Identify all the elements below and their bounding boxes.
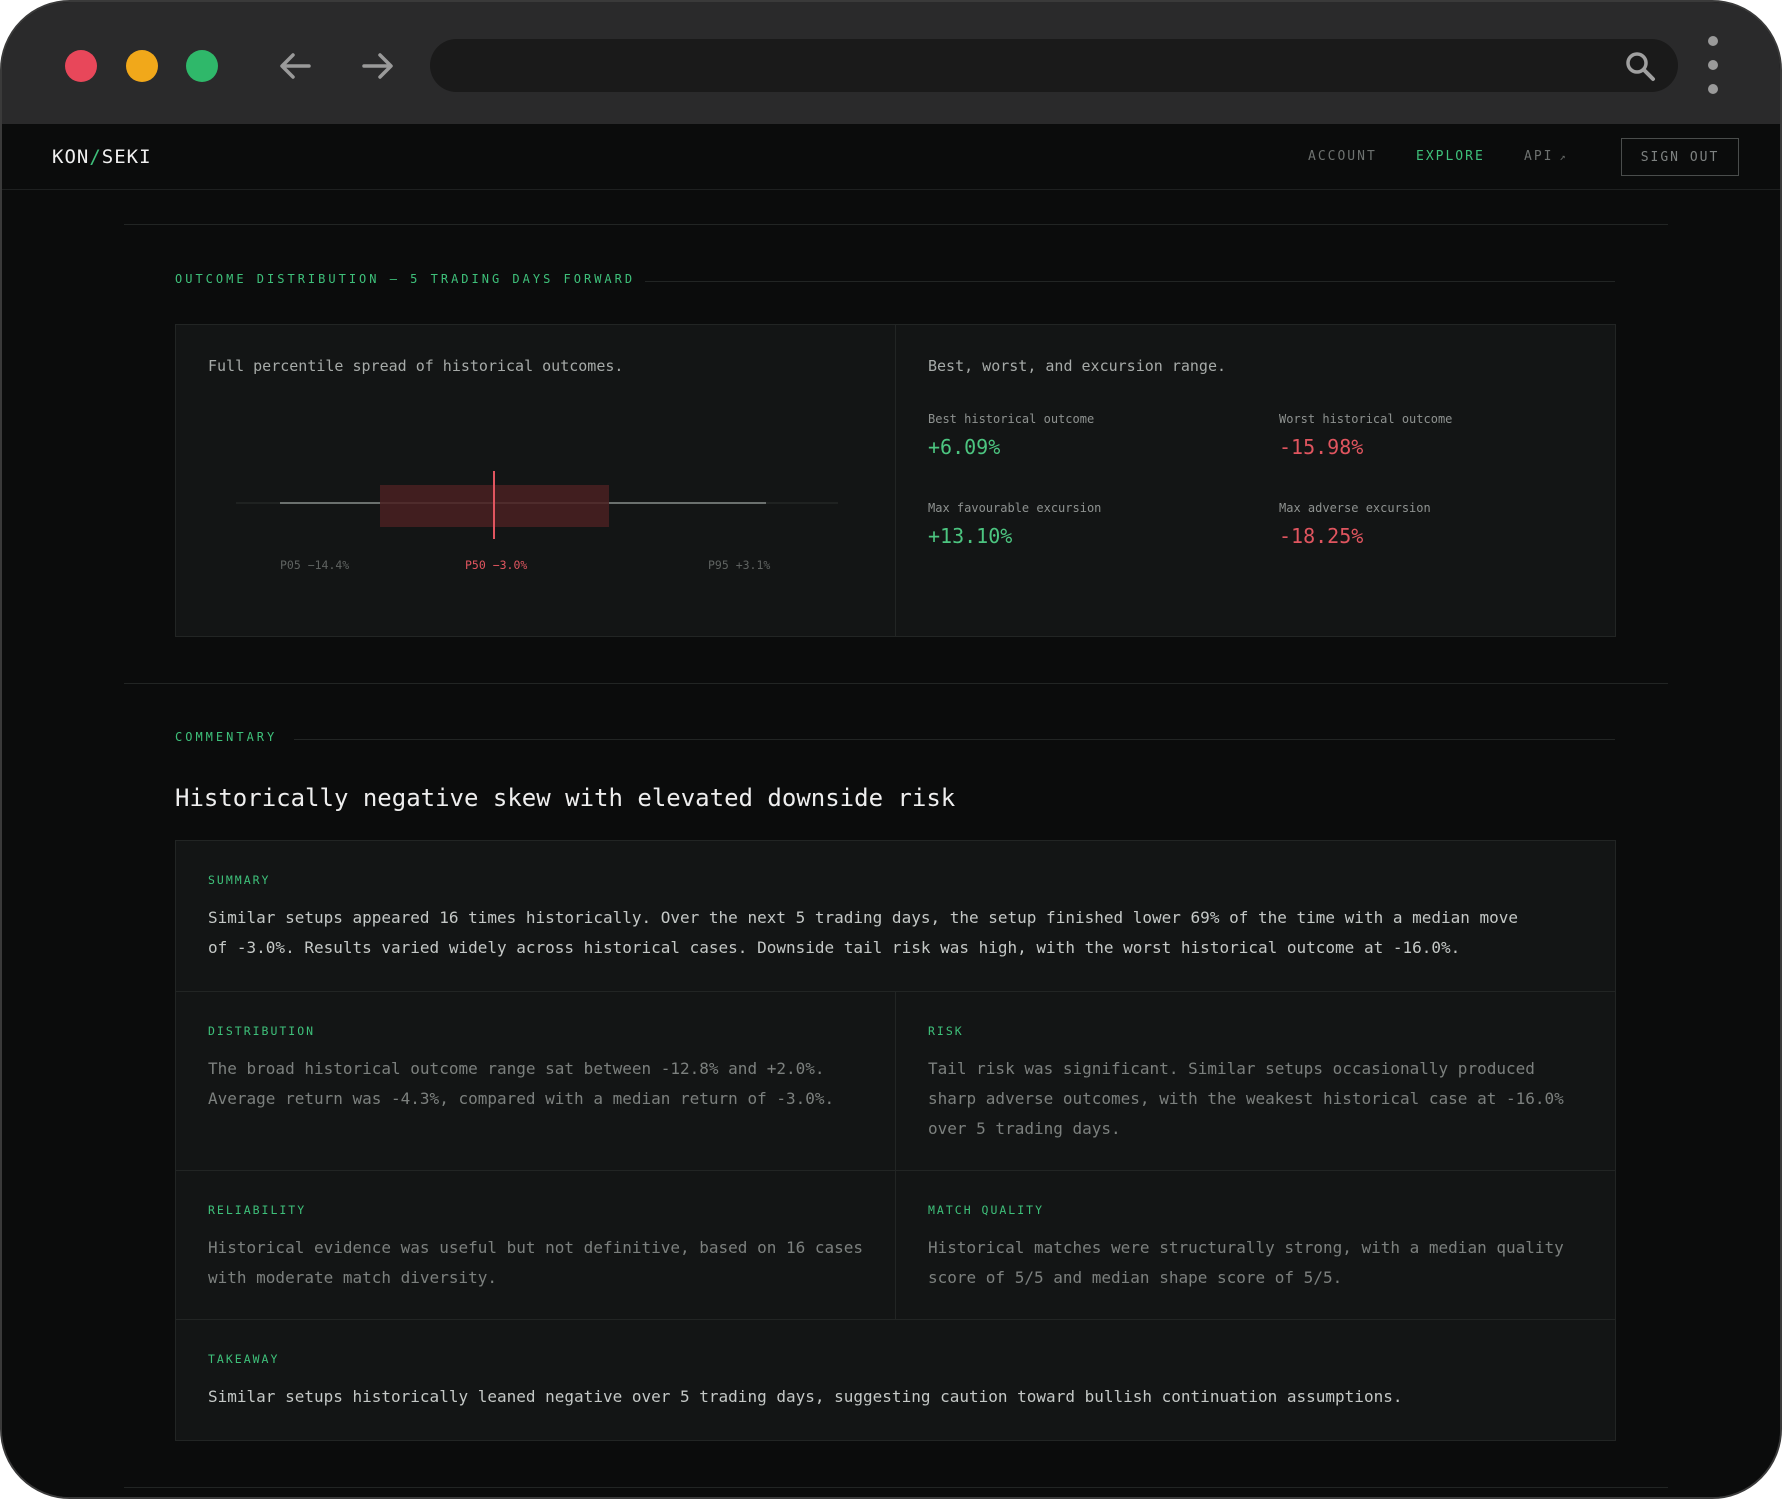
minimize-window-button[interactable] xyxy=(126,50,158,82)
max-favourable-excursion-value: +13.10% xyxy=(928,524,1013,548)
worst-outcome-label: Worst historical outcome xyxy=(1279,412,1453,426)
distribution-label: DISTRIBUTION xyxy=(208,1024,316,1038)
takeaway-card: TAKEAWAY Similar setups historically lea… xyxy=(175,1319,1616,1441)
nav-explore-link[interactable]: EXPLORE xyxy=(1416,149,1485,164)
nav-api-link[interactable]: API ↗ xyxy=(1524,149,1568,164)
p50-label: P50 −3.0% xyxy=(465,558,528,572)
distribution-text: The broad historical outcome range sat b… xyxy=(208,1059,835,1108)
match-quality-text: Historical matches were structurally str… xyxy=(928,1238,1564,1287)
maximize-window-button[interactable] xyxy=(186,50,218,82)
percentile-spread-panel: Full percentile spread of historical out… xyxy=(175,324,896,637)
risk-label: RISK xyxy=(928,1024,964,1038)
max-favourable-excursion-label: Max favourable excursion xyxy=(928,501,1102,515)
box-plot xyxy=(236,471,838,539)
main-content: OUTCOME DISTRIBUTION — 5 TRADING DAYS FO… xyxy=(2,190,1780,1497)
section-rule xyxy=(645,281,1615,282)
max-adverse-excursion-value: -18.25% xyxy=(1279,524,1364,548)
summary-text: Similar setups appeared 16 times histori… xyxy=(208,908,1519,957)
p95-label: P95 +3.1% xyxy=(708,558,771,572)
logo[interactable]: KON/SEKI xyxy=(52,146,152,168)
best-outcome-label: Best historical outcome xyxy=(928,412,1095,426)
browser-toolbar xyxy=(2,2,1780,124)
forward-arrow-icon[interactable] xyxy=(358,42,398,90)
best-outcome-value: +6.09% xyxy=(928,435,1001,459)
match-quality-label: MATCH QUALITY xyxy=(928,1203,1045,1217)
sign-out-button[interactable]: SIGN OUT xyxy=(1621,138,1739,176)
app-header: KON/SEKI ACCOUNT EXPLORE API ↗ SIGN OUT xyxy=(2,124,1780,190)
close-window-button[interactable] xyxy=(65,50,97,82)
external-link-icon: ↗ xyxy=(1559,152,1568,163)
address-bar[interactable] xyxy=(430,39,1678,92)
range-stats-panel: Best, worst, and excursion range. Best h… xyxy=(895,324,1616,637)
divider xyxy=(124,1487,1668,1488)
worst-outcome-value: -15.98% xyxy=(1279,435,1364,459)
summary-card: SUMMARY Similar setups appeared 16 times… xyxy=(175,840,1616,992)
browser-menu-icon[interactable] xyxy=(1702,36,1724,100)
p05-label: P05 −14.4% xyxy=(280,558,350,572)
takeaway-label: TAKEAWAY xyxy=(208,1352,280,1366)
divider xyxy=(124,683,1668,684)
back-arrow-icon[interactable] xyxy=(275,42,315,90)
reliability-text: Historical evidence was useful but not d… xyxy=(208,1238,864,1287)
risk-text: Tail risk was significant. Similar setup… xyxy=(928,1059,1564,1138)
max-adverse-excursion-label: Max adverse excursion xyxy=(1279,501,1431,515)
browser-window: KON/SEKI ACCOUNT EXPLORE API ↗ SIGN OUT O… xyxy=(0,0,1782,1499)
commentary-section-label: COMMENTARY xyxy=(175,730,278,744)
distribution-card: DISTRIBUTION The broad historical outcom… xyxy=(175,991,896,1171)
search-icon[interactable] xyxy=(1624,50,1656,82)
takeaway-text: Similar setups historically leaned negat… xyxy=(208,1387,1403,1406)
section-rule xyxy=(294,739,1615,740)
range-stats-description: Best, worst, and excursion range. xyxy=(928,357,1227,375)
summary-label: SUMMARY xyxy=(208,873,271,887)
commentary-heading: Historically negative skew with elevated… xyxy=(175,784,956,812)
match-quality-card: MATCH QUALITY Historical matches were st… xyxy=(895,1170,1616,1320)
divider xyxy=(124,224,1668,225)
risk-card: RISK Tail risk was significant. Similar … xyxy=(895,991,1616,1171)
reliability-card: RELIABILITY Historical evidence was usef… xyxy=(175,1170,896,1320)
reliability-label: RELIABILITY xyxy=(208,1203,307,1217)
outcome-section-label: OUTCOME DISTRIBUTION — 5 TRADING DAYS FO… xyxy=(175,272,636,286)
nav-account-link[interactable]: ACCOUNT xyxy=(1308,149,1377,164)
